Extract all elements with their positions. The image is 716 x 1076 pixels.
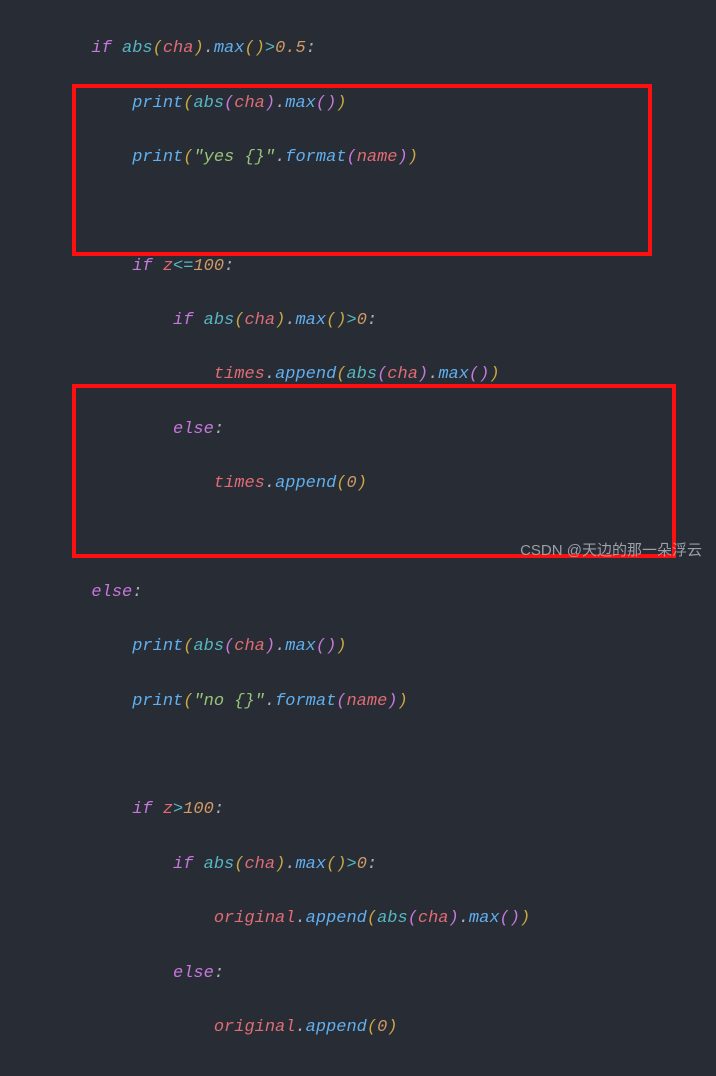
- keyword-if: if: [91, 39, 111, 58]
- code-line: original.append(abs(cha).max()): [0, 905, 716, 932]
- code-line: else:: [0, 960, 716, 987]
- code-line: [0, 198, 716, 225]
- code-line: print("yes {}".format(name)): [0, 144, 716, 171]
- code-line: original.append(0): [0, 1014, 716, 1041]
- code-block: if abs(cha).max()>0.5: print(abs(cha).ma…: [0, 0, 716, 1076]
- watermark-text: CSDN @天边的那一朵浮云: [520, 539, 702, 563]
- code-line: if abs(cha).max()>0.5:: [0, 35, 716, 62]
- code-line: print(abs(cha).max()): [0, 633, 716, 660]
- code-line: else:: [0, 579, 716, 606]
- code-line: if z<=100:: [0, 253, 716, 280]
- code-line: if abs(cha).max()>0:: [0, 307, 716, 334]
- code-line: if abs(cha).max()>0:: [0, 851, 716, 878]
- code-line: if z>100:: [0, 796, 716, 823]
- code-line: print("no {}".format(name)): [0, 688, 716, 715]
- code-line: times.append(0): [0, 470, 716, 497]
- code-line: print(abs(cha).max()): [0, 90, 716, 117]
- builtin-abs: abs: [122, 39, 153, 58]
- code-line: times.append(abs(cha).max()): [0, 361, 716, 388]
- code-line: else:: [0, 416, 716, 443]
- code-line: [0, 742, 716, 769]
